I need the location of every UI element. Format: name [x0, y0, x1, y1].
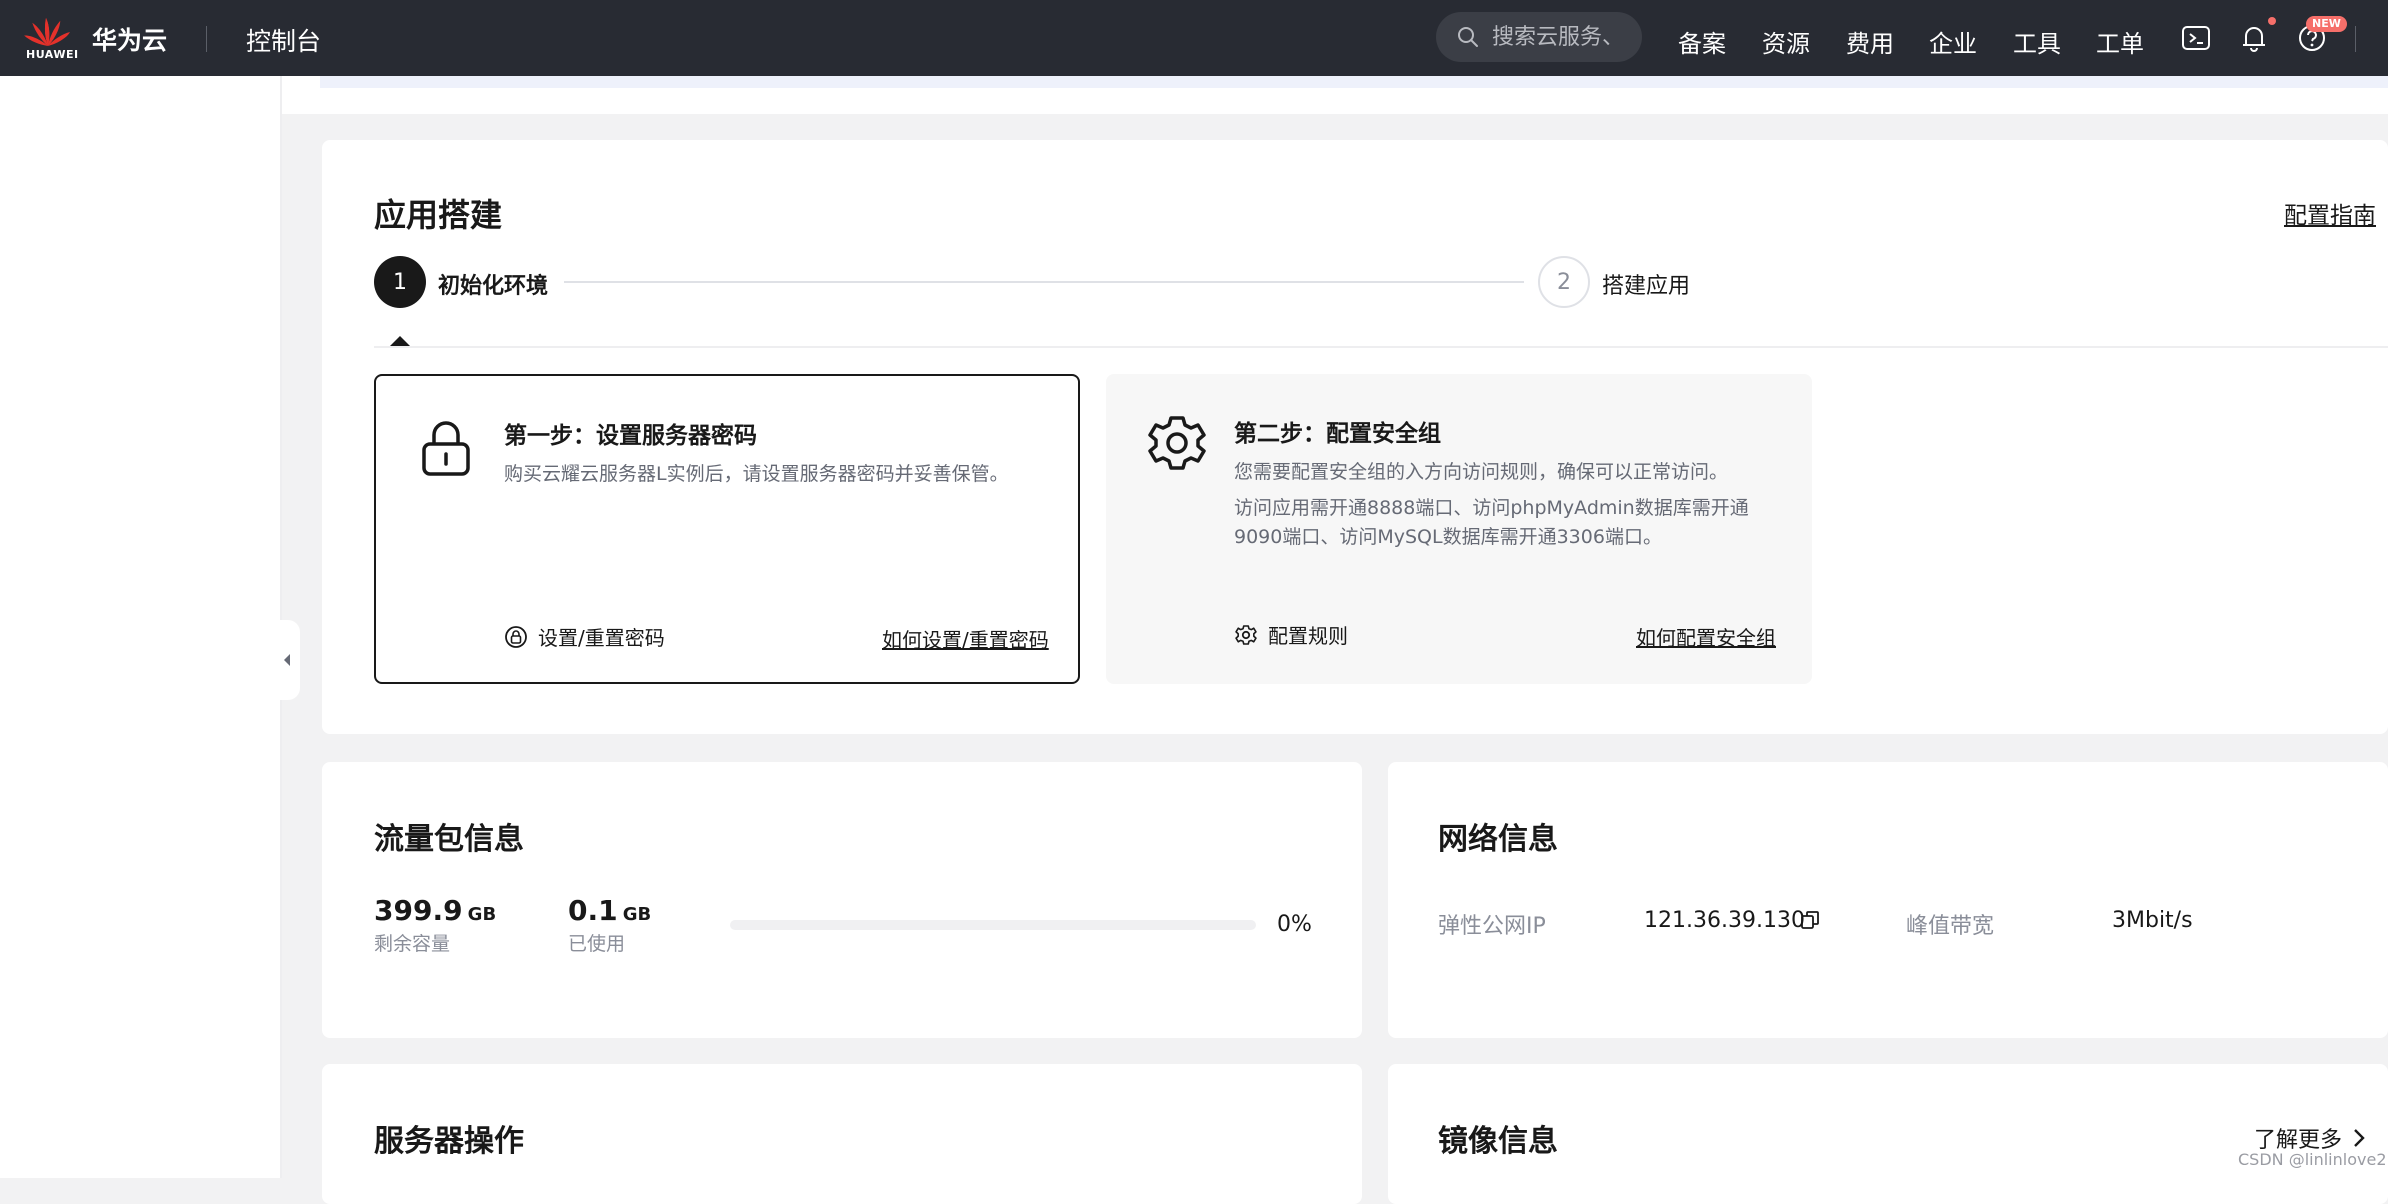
- top-banner: [282, 76, 2388, 114]
- caret-left-icon: [284, 654, 290, 666]
- step-connector: [564, 281, 1524, 283]
- step-2-indicator[interactable]: 2: [1538, 256, 1590, 308]
- network-info-card: 网络信息 弹性公网IP 121.36.39.130 峰值带宽 3Mbit/s: [1388, 762, 2388, 1038]
- logo-text: HUAWEI: [26, 48, 79, 61]
- remaining-label: 剩余容量: [374, 933, 451, 955]
- app-build-card: 应用搭建 配置指南 1 初始化环境 2 搭建应用 第一步：设置服务器密码 购买云…: [322, 140, 2388, 734]
- new-badge: NEW: [2306, 16, 2347, 32]
- step-card-desc-line-2: 访问应用需开通8888端口、访问phpMyAdmin数据库需开通: [1234, 497, 1749, 519]
- usage-progress-bar: [730, 920, 1256, 930]
- notification-dot: [2268, 17, 2276, 25]
- used-value: 0.1: [568, 894, 618, 927]
- nav-filing[interactable]: 备案: [1678, 24, 1726, 59]
- image-info-card: 镜像信息 了解更多: [1388, 1064, 2388, 1204]
- divider: [206, 26, 207, 52]
- step-card-title: 第一步：设置服务器密码: [504, 423, 757, 449]
- bandwidth-value: 3Mbit/s: [2112, 908, 2193, 933]
- search-input[interactable]: [1492, 24, 1632, 50]
- step-1-label[interactable]: 初始化环境: [438, 268, 548, 300]
- traffic-title: 流量包信息: [374, 822, 524, 857]
- step-1-indicator[interactable]: 1: [374, 256, 426, 308]
- server-operations-card: 服务器操作: [322, 1064, 1362, 1204]
- public-ip-label: 弹性公网IP: [1438, 914, 1546, 939]
- remaining-unit: GB: [467, 904, 497, 925]
- step-2-label[interactable]: 搭建应用: [1602, 268, 1690, 300]
- configure-rules-button[interactable]: 配置规则: [1234, 620, 1348, 649]
- step-card-desc-line-3: 9090端口、访问MySQL数据库需开通3306端口。: [1234, 526, 1662, 548]
- reset-password-label: 设置/重置密码: [538, 626, 665, 650]
- step-card-desc-line-1: 您需要配置安全组的入方向访问规则，确保可以正常访问。: [1234, 461, 1729, 483]
- remaining-value: 399.9: [374, 894, 463, 927]
- bandwidth-label: 峰值带宽: [1906, 914, 1995, 939]
- gear-small-icon: [1235, 624, 1257, 645]
- watermark: CSDN @linlinlove2: [2238, 1150, 2387, 1169]
- step-card-desc: 购买云耀云服务器L实例后，请设置服务器密码并妥善保管。: [504, 463, 1009, 485]
- terminal-icon[interactable]: [2180, 22, 2212, 54]
- search-icon: [1458, 27, 1478, 47]
- gear-icon: [1148, 416, 1206, 470]
- divider: [2355, 26, 2356, 52]
- active-step-pointer-icon: [390, 336, 410, 346]
- network-title: 网络信息: [1438, 822, 1558, 857]
- config-guide-link[interactable]: 配置指南: [2284, 196, 2376, 230]
- reset-password-button[interactable]: 设置/重置密码: [504, 622, 665, 651]
- used-capacity: 0.1 GB 已使用: [568, 894, 651, 956]
- lock-icon: [422, 421, 470, 476]
- usage-percent: 0%: [1277, 912, 1312, 937]
- configure-rules-label: 配置规则: [1268, 624, 1348, 648]
- remaining-capacity: 399.9 GB 剩余容量: [374, 894, 496, 956]
- top-navigation-bar: HUAWEI 华为云 控制台 备案 资源 费用 企业 工具 工单 NEW: [0, 0, 2388, 76]
- server-ops-title: 服务器操作: [374, 1124, 524, 1159]
- nav-billing[interactable]: 费用: [1846, 24, 1894, 59]
- used-label: 已使用: [568, 933, 626, 955]
- lock-circle-icon: [505, 625, 527, 648]
- nav-resources[interactable]: 资源: [1762, 24, 1810, 59]
- copy-icon[interactable]: [1800, 910, 1820, 930]
- search-box[interactable]: [1436, 12, 1642, 62]
- step-card-title: 第二步：配置安全组: [1234, 421, 1441, 447]
- app-build-title: 应用搭建: [374, 196, 503, 234]
- step-card-password[interactable]: 第一步：设置服务器密码 购买云耀云服务器L实例后，请设置服务器密码并妥善保管。 …: [374, 374, 1080, 684]
- how-to-reset-password-link[interactable]: 如何设置/重置密码: [882, 624, 1049, 653]
- traffic-package-card: 流量包信息 399.9 GB 剩余容量 0.1 GB 已使用 0%: [322, 762, 1362, 1038]
- used-unit: GB: [622, 904, 652, 925]
- image-info-title: 镜像信息: [1438, 1124, 1558, 1159]
- nav-tools[interactable]: 工具: [2013, 24, 2061, 59]
- brand-name[interactable]: 华为云: [92, 21, 167, 57]
- chevron-right-icon: [2354, 1129, 2365, 1147]
- how-to-configure-security-group-link[interactable]: 如何配置安全组: [1636, 622, 1776, 651]
- public-ip-value: 121.36.39.130: [1644, 908, 1805, 933]
- stepper-divider: [374, 346, 2388, 348]
- nav-tickets[interactable]: 工单: [2096, 24, 2144, 59]
- sidebar: [0, 76, 282, 1178]
- nav-enterprise[interactable]: 企业: [1929, 24, 1977, 59]
- console-title[interactable]: 控制台: [246, 22, 321, 58]
- step-card-security-group[interactable]: 第二步：配置安全组 您需要配置安全组的入方向访问规则，确保可以正常访问。 访问应…: [1106, 374, 1812, 684]
- sidebar-collapse-button[interactable]: [274, 620, 300, 700]
- bell-icon[interactable]: [2238, 22, 2270, 54]
